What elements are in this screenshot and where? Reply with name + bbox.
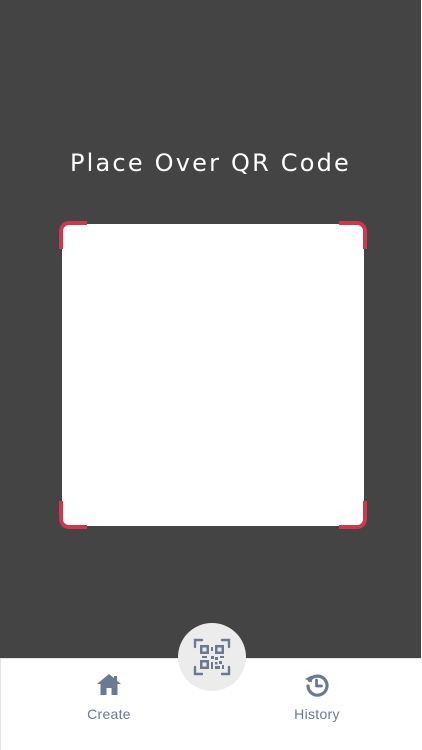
scan-window bbox=[62, 224, 364, 526]
scan-frame bbox=[59, 221, 367, 529]
tab-history[interactable]: History bbox=[257, 659, 377, 750]
home-icon bbox=[97, 674, 121, 695]
history-icon bbox=[305, 674, 329, 697]
scan-frame-corner-top-right bbox=[339, 221, 367, 249]
tab-create[interactable]: Create bbox=[49, 659, 169, 750]
qr-scanner-screen: Place Over QR Code Create History bbox=[0, 0, 422, 750]
tab-history-label: History bbox=[294, 706, 340, 722]
scan-qr-button[interactable] bbox=[178, 623, 246, 691]
scan-instruction: Place Over QR Code bbox=[69, 149, 352, 177]
scan-frame-corner-bottom-left bbox=[59, 501, 87, 529]
scan-frame-corner-bottom-right bbox=[339, 501, 367, 529]
tab-create-label: Create bbox=[87, 706, 131, 722]
camera-viewfinder: Place Over QR Code bbox=[0, 0, 421, 658]
scan-frame-corner-top-left bbox=[59, 221, 87, 249]
qr-code-icon bbox=[193, 638, 231, 676]
